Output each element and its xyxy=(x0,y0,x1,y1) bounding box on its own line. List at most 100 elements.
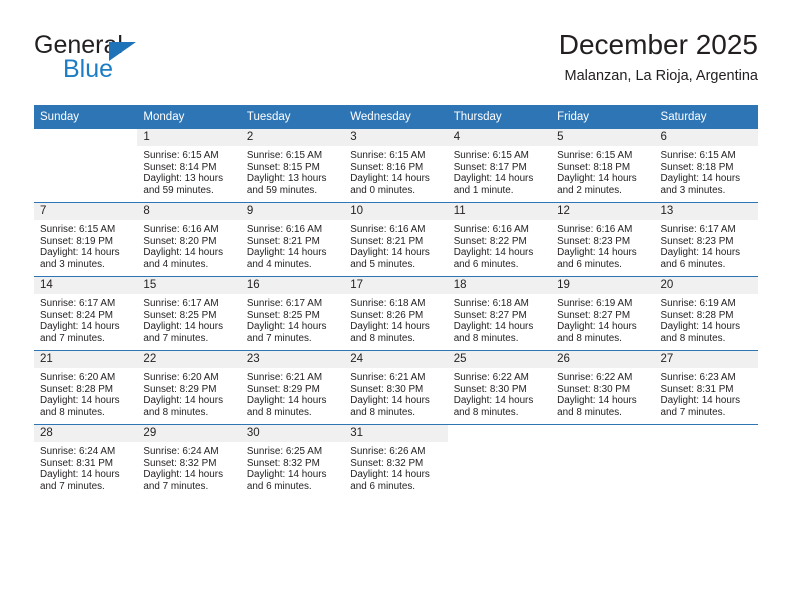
daylight-text: and 8 minutes. xyxy=(453,407,519,419)
day-cell[interactable]: 4 Sunrise: 6:15 AM Sunset: 8:17 PM Daylight… xyxy=(447,129,552,202)
day-cell[interactable]: 13 Sunrise: 6:17 AM Sunset: 8:23 PM Dayligh… xyxy=(654,203,758,276)
sunset-text: Sunset: 8:14 PM xyxy=(143,161,217,173)
day-number: 12 xyxy=(551,203,655,220)
daylight-text: Daylight: 14 hours xyxy=(453,395,534,407)
sunrise-text: Sunrise: 6:20 AM xyxy=(143,372,219,383)
daylight-text: and 3 minutes. xyxy=(40,259,105,271)
day-details: Sunrise: 6:26 AM Sunset: 8:32 PM Daylight:… xyxy=(344,442,447,493)
daylight-text: Daylight: 14 hours xyxy=(660,395,741,407)
sunset-text: Sunset: 8:18 PM xyxy=(557,161,631,173)
day-cell[interactable]: 21 Sunrise: 6:20 AM Sunset: 8:28 PM Dayligh… xyxy=(34,351,138,424)
calendar-cell: 11 Sunrise: 6:16 AM Sunset: 8:22 PM Dayligh… xyxy=(447,202,552,277)
day-details: Sunrise: 6:21 AM Sunset: 8:29 PM Daylight:… xyxy=(241,368,344,419)
day-cell[interactable]: 15 Sunrise: 6:17 AM Sunset: 8:25 PM Dayligh… xyxy=(137,277,241,350)
day-number: 29 xyxy=(137,425,241,442)
day-cell[interactable]: 22 Sunrise: 6:20 AM Sunset: 8:29 PM Dayligh… xyxy=(137,351,241,424)
sunrise-text: Sunrise: 6:15 AM xyxy=(557,150,633,161)
daylight-text: Daylight: 14 hours xyxy=(40,469,120,481)
weekday-header-wednesday: Wednesday xyxy=(344,105,448,129)
sunrise-text: Sunrise: 6:16 AM xyxy=(350,224,426,235)
day-details xyxy=(655,442,758,446)
day-cell[interactable]: 27 Sunrise: 6:23 AM Sunset: 8:31 PM Dayligh… xyxy=(654,351,758,424)
calendar-cell: 6 Sunrise: 6:15 AM Sunset: 8:18 PM Daylight… xyxy=(654,129,758,203)
day-cell[interactable]: 31 Sunrise: 6:26 AM Sunset: 8:32 PM Dayligh… xyxy=(344,425,448,498)
day-number: 23 xyxy=(240,351,345,368)
page-subtitle: Malanzan, La Rioja, Argentina xyxy=(564,68,758,84)
sunrise-text: Sunrise: 6:18 AM xyxy=(453,298,529,309)
day-cell[interactable]: 1 Sunrise: 6:15 AM Sunset: 8:14 PM Daylight… xyxy=(137,129,241,202)
day-cell[interactable]: 24 Sunrise: 6:21 AM Sunset: 8:30 PM Dayligh… xyxy=(344,351,448,424)
daylight-text: and 7 minutes. xyxy=(40,333,105,345)
sunrise-text: Sunrise: 6:17 AM xyxy=(40,298,116,309)
day-cell-empty xyxy=(447,425,552,498)
day-cell[interactable]: 28 Sunrise: 6:24 AM Sunset: 8:31 PM Dayligh… xyxy=(34,425,138,498)
calendar-table: Sunday Monday Tuesday Wednesday Thursday Frid… xyxy=(34,105,758,498)
day-cell[interactable]: 26 Sunrise: 6:22 AM Sunset: 8:30 PM Dayligh… xyxy=(551,351,655,424)
sunrise-text: Sunrise: 6:16 AM xyxy=(246,224,323,235)
day-cell[interactable]: 7 Sunrise: 6:15 AM Sunset: 8:19 PM Daylight… xyxy=(34,203,138,276)
calendar-week-row: 28 Sunrise: 6:24 AM Sunset: 8:31 PM Dayligh… xyxy=(34,424,758,498)
day-cell[interactable]: 11 Sunrise: 6:16 AM Sunset: 8:22 PM Dayligh… xyxy=(447,203,552,276)
sunrise-text: Sunrise: 6:17 AM xyxy=(143,298,219,309)
day-cell[interactable]: 14 Sunrise: 6:17 AM Sunset: 8:24 PM Dayligh… xyxy=(34,277,138,350)
day-cell[interactable]: 8 Sunrise: 6:16 AM Sunset: 8:20 PM Daylight… xyxy=(137,203,241,276)
day-cell[interactable]: 20 Sunrise: 6:19 AM Sunset: 8:28 PM Dayligh… xyxy=(654,277,758,350)
daylight-text: and 7 minutes. xyxy=(246,333,312,345)
calendar-cell: 24 Sunrise: 6:21 AM Sunset: 8:30 PM Dayligh… xyxy=(344,350,448,425)
calendar-cell: 22 Sunrise: 6:20 AM Sunset: 8:29 PM Dayligh… xyxy=(137,350,241,425)
day-details: Sunrise: 6:18 AM Sunset: 8:26 PM Daylight:… xyxy=(344,294,447,345)
sunrise-text: Sunrise: 6:19 AM xyxy=(557,298,633,309)
sunrise-text: Sunrise: 6:15 AM xyxy=(40,224,116,235)
day-number: 11 xyxy=(447,203,552,220)
day-cell[interactable]: 12 Sunrise: 6:16 AM Sunset: 8:23 PM Dayligh… xyxy=(551,203,655,276)
day-cell[interactable]: 18 Sunrise: 6:18 AM Sunset: 8:27 PM Dayligh… xyxy=(447,277,552,350)
daylight-text: and 8 minutes. xyxy=(40,407,105,419)
sunset-text: Sunset: 8:29 PM xyxy=(246,383,320,395)
calendar-cell: 5 Sunrise: 6:15 AM Sunset: 8:18 PM Daylight… xyxy=(551,129,655,203)
day-cell[interactable]: 17 Sunrise: 6:18 AM Sunset: 8:26 PM Dayligh… xyxy=(344,277,448,350)
daylight-text: Daylight: 14 hours xyxy=(143,395,224,407)
calendar-cell: 28 Sunrise: 6:24 AM Sunset: 8:31 PM Dayligh… xyxy=(34,424,138,498)
calendar-cell: 31 Sunrise: 6:26 AM Sunset: 8:32 PM Dayligh… xyxy=(344,424,448,498)
brand-triangle-icon xyxy=(109,42,136,61)
day-number: 5 xyxy=(551,129,655,146)
daylight-text: Daylight: 14 hours xyxy=(350,247,430,259)
sunrise-text: Sunrise: 6:24 AM xyxy=(143,446,219,457)
sunrise-text: Sunrise: 6:17 AM xyxy=(660,224,736,235)
day-cell[interactable]: 10 Sunrise: 6:16 AM Sunset: 8:21 PM Dayligh… xyxy=(344,203,448,276)
day-cell[interactable]: 2 Sunrise: 6:15 AM Sunset: 8:15 PM Daylight… xyxy=(240,129,345,202)
daylight-text: and 8 minutes. xyxy=(350,407,416,419)
day-cell[interactable]: 6 Sunrise: 6:15 AM Sunset: 8:18 PM Daylight… xyxy=(654,129,758,202)
day-cell[interactable]: 16 Sunrise: 6:17 AM Sunset: 8:25 PM Dayligh… xyxy=(240,277,345,350)
day-number: 16 xyxy=(240,277,345,294)
day-cell[interactable]: 5 Sunrise: 6:15 AM Sunset: 8:18 PM Daylight… xyxy=(551,129,655,202)
day-cell[interactable]: 23 Sunrise: 6:21 AM Sunset: 8:29 PM Dayligh… xyxy=(240,351,345,424)
day-details: Sunrise: 6:16 AM Sunset: 8:22 PM Daylight:… xyxy=(448,220,551,271)
day-cell[interactable]: 9 Sunrise: 6:16 AM Sunset: 8:21 PM Daylight… xyxy=(240,203,345,276)
calendar-cell: 9 Sunrise: 6:16 AM Sunset: 8:21 PM Daylight… xyxy=(240,202,345,277)
sunrise-text: Sunrise: 6:22 AM xyxy=(557,372,633,383)
day-cell[interactable]: 19 Sunrise: 6:19 AM Sunset: 8:27 PM Dayligh… xyxy=(551,277,655,350)
day-details: Sunrise: 6:20 AM Sunset: 8:29 PM Daylight:… xyxy=(137,368,240,419)
sunrise-text: Sunrise: 6:21 AM xyxy=(350,372,426,383)
day-number xyxy=(448,425,551,442)
daylight-text: and 6 minutes. xyxy=(350,481,416,493)
daylight-text: and 1 minute. xyxy=(453,185,514,197)
day-cell[interactable]: 3 Sunrise: 6:15 AM Sunset: 8:16 PM Daylight… xyxy=(344,129,448,202)
day-cell[interactable]: 30 Sunrise: 6:25 AM Sunset: 8:32 PM Dayligh… xyxy=(240,425,345,498)
day-number: 20 xyxy=(654,277,758,294)
day-cell[interactable]: 29 Sunrise: 6:24 AM Sunset: 8:32 PM Dayligh… xyxy=(137,425,241,498)
brand-logo[interactable]: General Blue xyxy=(34,32,264,94)
calendar-page: General Blue December 2025 Malanzan, La … xyxy=(0,0,792,612)
sunset-text: Sunset: 8:22 PM xyxy=(453,235,527,247)
sunset-text: Sunset: 8:27 PM xyxy=(453,309,527,321)
day-cell[interactable]: 25 Sunrise: 6:22 AM Sunset: 8:30 PM Dayligh… xyxy=(447,351,552,424)
day-details: Sunrise: 6:23 AM Sunset: 8:31 PM Daylight:… xyxy=(655,368,758,419)
weekday-header-saturday: Saturday xyxy=(654,105,758,129)
day-details: Sunrise: 6:17 AM Sunset: 8:24 PM Daylight:… xyxy=(34,294,137,345)
sunset-text: Sunset: 8:20 PM xyxy=(143,235,217,247)
day-number: 3 xyxy=(344,129,448,146)
calendar-cell: 1 Sunrise: 6:15 AM Sunset: 8:14 PM Daylight… xyxy=(137,129,241,203)
day-number: 21 xyxy=(34,351,138,368)
day-number: 24 xyxy=(344,351,448,368)
